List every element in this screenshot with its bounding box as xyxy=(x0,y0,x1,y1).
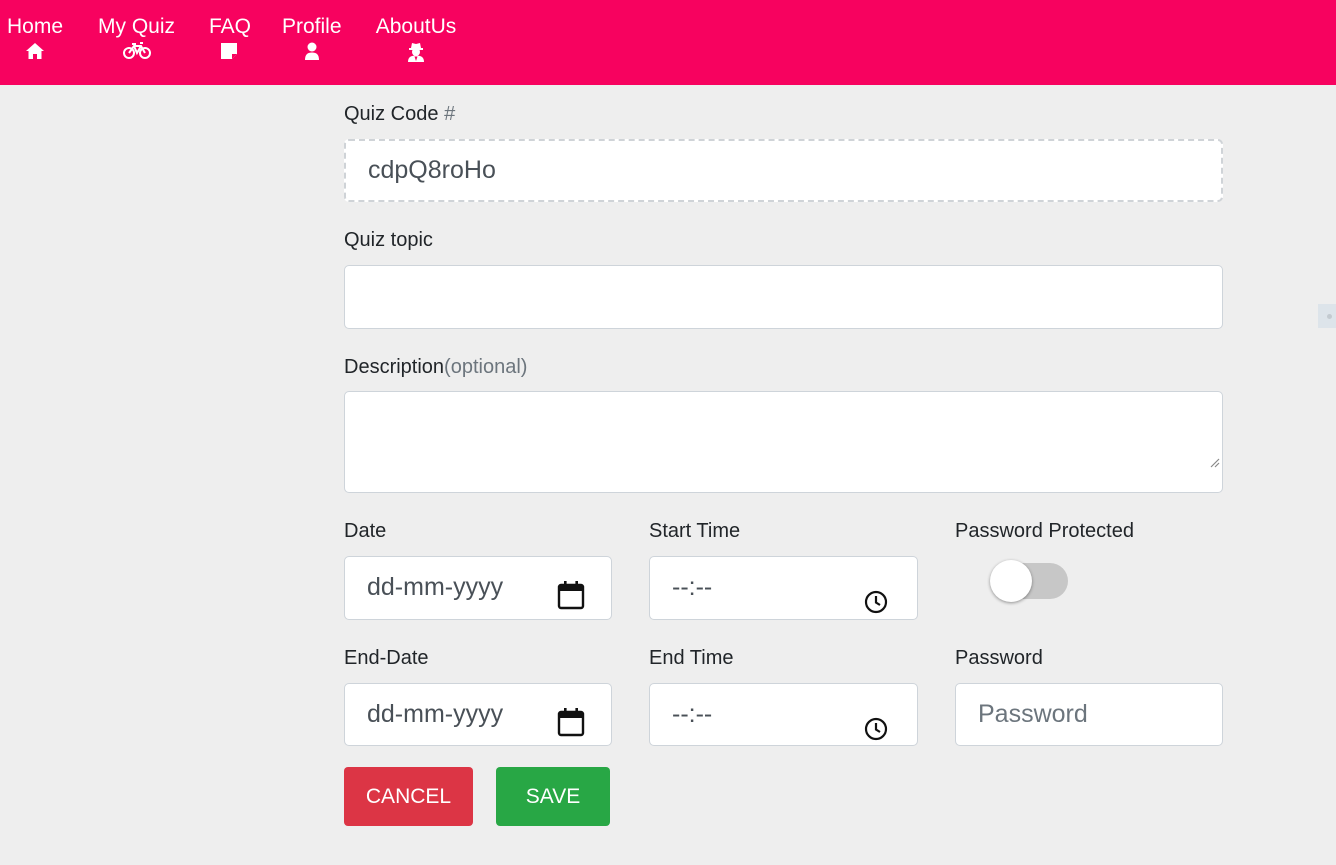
end-date-label: End-Date xyxy=(344,647,429,669)
user-icon xyxy=(282,42,341,64)
nav-item-profile[interactable]: Profile xyxy=(282,14,342,64)
calendar-icon[interactable] xyxy=(557,699,585,759)
quiz-code-hash: # xyxy=(444,103,456,125)
start-time-input[interactable]: --:-- xyxy=(649,556,918,620)
navbar: Home My Quiz FAQ Profile AboutUs xyxy=(0,0,1336,85)
toggle-knob xyxy=(990,560,1032,602)
nav-item-aboutus[interactable]: AboutUs xyxy=(375,14,457,64)
date-input[interactable]: dd-mm-yyyy xyxy=(344,556,612,620)
end-time-value: --:-- xyxy=(672,700,713,728)
quiz-code-value: cdpQ8roHo xyxy=(368,156,496,184)
clock-icon[interactable] xyxy=(864,576,888,636)
save-button[interactable]: SAVE xyxy=(496,767,610,826)
nav-item-label: FAQ xyxy=(209,15,252,38)
password-protected-toggle[interactable] xyxy=(990,560,1068,602)
password-protected-label: Password Protected xyxy=(955,520,1134,542)
resize-grip-icon[interactable] xyxy=(1209,430,1220,490)
bicycle-icon xyxy=(98,42,175,64)
end-date-input[interactable]: dd-mm-yyyy xyxy=(344,683,612,746)
nav-item-label: Profile xyxy=(282,15,342,38)
nav-item-label: Home xyxy=(7,15,64,38)
start-time-value: --:-- xyxy=(672,573,713,601)
nav-item-my-quiz[interactable]: My Quiz xyxy=(98,14,175,64)
description-optional-hint: (optional) xyxy=(444,356,528,378)
date-label: Date xyxy=(344,520,387,542)
quiz-code-field[interactable]: cdpQ8roHo xyxy=(344,139,1223,202)
nav-item-label: AboutUs xyxy=(375,15,457,38)
home-icon xyxy=(7,42,63,64)
date-value: dd-mm-yyyy xyxy=(367,573,504,601)
password-placeholder: Password xyxy=(978,700,1088,728)
end-time-label: End Time xyxy=(649,647,734,669)
nav-item-home[interactable]: Home xyxy=(7,14,63,64)
cancel-button[interactable]: CANCEL xyxy=(344,767,473,826)
side-widget-dot xyxy=(1327,314,1332,319)
nav-item-label: My Quiz xyxy=(98,15,176,38)
password-input[interactable]: Password xyxy=(955,683,1223,746)
side-widget-tab[interactable] xyxy=(1318,304,1336,328)
end-time-input[interactable]: --:-- xyxy=(649,683,918,746)
clock-icon[interactable] xyxy=(864,703,888,763)
start-time-label: Start Time xyxy=(649,520,741,542)
description-textarea[interactable] xyxy=(344,391,1223,493)
calendar-icon[interactable] xyxy=(557,572,585,632)
quiz-topic-label: Quiz topic xyxy=(344,229,433,251)
description-label-text: Description xyxy=(344,356,445,378)
description-label: Description(optional) xyxy=(344,355,527,379)
user-secret-icon xyxy=(375,42,457,64)
quiz-topic-input[interactable] xyxy=(344,265,1223,329)
password-label: Password xyxy=(955,647,1043,669)
sticky-note-icon xyxy=(209,42,248,64)
quiz-code-label-text: Quiz Code xyxy=(344,103,439,125)
nav-item-faq[interactable]: FAQ xyxy=(209,14,252,64)
quiz-code-label: Quiz Code # xyxy=(344,102,455,126)
end-date-value: dd-mm-yyyy xyxy=(367,700,504,728)
